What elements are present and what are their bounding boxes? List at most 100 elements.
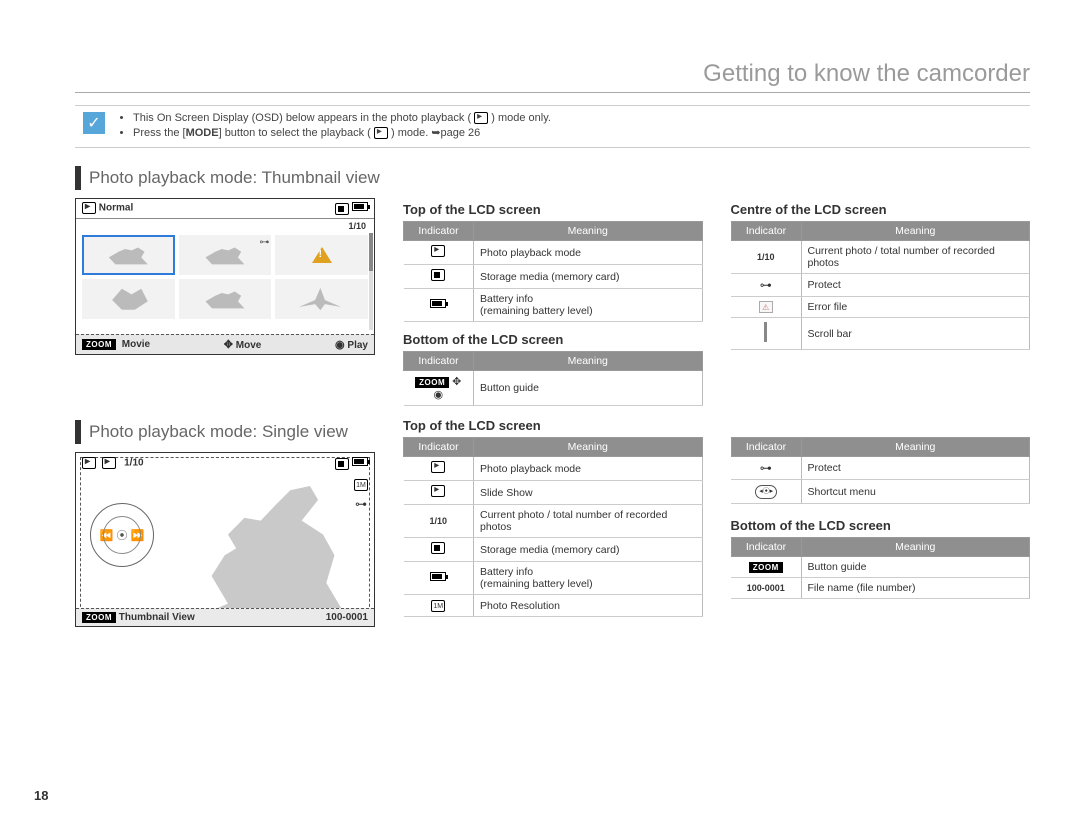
th-meaning: Meaning (801, 438, 1030, 457)
cell-meaning: Shortcut menu (801, 480, 1030, 504)
cell-meaning: Button guide (474, 371, 703, 406)
cell-meaning: Current photo / total number of recorded… (801, 241, 1030, 274)
protect-icon: ⊶ (760, 461, 772, 475)
th-meaning: Meaning (474, 222, 703, 241)
table-row: 1MPhoto Resolution (404, 595, 703, 617)
card-icon (431, 269, 445, 281)
cell-meaning: Error file (801, 297, 1030, 318)
thumbnail[interactable] (179, 279, 272, 319)
cell-meaning: Scroll bar (801, 318, 1030, 350)
table-row: 100-0001File name (file number) (731, 578, 1030, 599)
slideshow-icon (102, 457, 116, 469)
table-row: ZOOM Button guide (731, 557, 1030, 578)
table-row: Shortcut menu (731, 480, 1030, 504)
count-icon: 1/10 (757, 252, 775, 262)
slideshow-icon (431, 485, 445, 497)
table-row: ⊶Protect (731, 274, 1030, 297)
sub-heading-centre: Centre of the LCD screen (731, 202, 1031, 217)
file-number-label: 100-0001 (326, 612, 368, 623)
table-thumb-top: IndicatorMeaning Photo playback mode Sto… (403, 221, 703, 322)
thumbnail[interactable] (82, 235, 175, 275)
cell-meaning: Photo playback mode (474, 457, 703, 481)
error-icon (312, 247, 332, 263)
table-row: Scroll bar (731, 318, 1030, 350)
ok-icon: ◉ (335, 339, 345, 351)
dial-icon (755, 485, 777, 499)
table-row: 1/10Current photo / total number of reco… (404, 505, 703, 538)
table-row: ⊶ Protect (731, 457, 1030, 480)
photo-mode-icon (431, 461, 445, 473)
photo-mode-icon (82, 457, 96, 469)
th-indicator: Indicator (404, 222, 474, 241)
cell-meaning: Button guide (801, 557, 1030, 578)
resolution-icon: 1M (431, 600, 445, 612)
th-meaning: Meaning (801, 222, 1030, 241)
table-single-top-l: IndicatorMeaning Photo playback mode Sli… (403, 437, 703, 617)
info-line-2b: ] button to select the playback ( (219, 127, 371, 139)
section-title-single: Photo playback mode: Single view (75, 420, 375, 444)
cell-meaning: Storage media (memory card) (474, 538, 703, 562)
protect-icon: ⊶ (259, 237, 269, 248)
table-row: Slide Show (404, 481, 703, 505)
cell-meaning: Battery info (remaining battery level) (474, 289, 703, 322)
chapter-title: Getting to know the camcorder (75, 60, 1030, 93)
table-thumb-centre: IndicatorMeaning 1/10Current photo / tot… (731, 221, 1031, 350)
photo-mode-icon (82, 202, 96, 214)
play-label: Play (347, 340, 368, 351)
thumbnail[interactable] (275, 279, 368, 319)
battery-icon (352, 202, 368, 211)
info-line-2a: Press the [ (133, 127, 186, 139)
filenum-icon: 100-0001 (747, 583, 785, 593)
count-icon: 1/10 (429, 516, 447, 526)
check-icon: ✓ (83, 112, 105, 134)
card-icon (335, 203, 349, 215)
th-indicator: Indicator (731, 438, 801, 457)
table-thumb-bottom: IndicatorMeaning ZOOM ✥ ◉ Button guide (403, 351, 703, 406)
nav-icon: ✥ (224, 339, 233, 351)
th-indicator: Indicator (404, 438, 474, 457)
lcd-top-label: Normal (99, 203, 133, 214)
protect-icon: ⊶ (355, 497, 367, 511)
info-line-2c: ) mode. ➥page 26 (391, 127, 480, 139)
movie-label: Movie (122, 339, 150, 350)
thumbnail-error[interactable] (275, 235, 368, 275)
photo-mode-icon (474, 112, 488, 124)
thumbnail[interactable]: ⊶ (179, 235, 272, 275)
nav-icon: ✥ (452, 376, 461, 388)
info-line-1b: ) mode only. (491, 112, 551, 124)
th-indicator: Indicator (731, 538, 801, 557)
page-number: 18 (34, 788, 48, 803)
scroll-bar[interactable] (369, 233, 373, 330)
th-meaning: Meaning (474, 352, 703, 371)
cell-meaning: Protect (801, 457, 1030, 480)
table-single-bottom: IndicatorMeaning ZOOMButton guide 100-00… (731, 537, 1031, 599)
counter-label: 1/10 (124, 458, 143, 469)
zoom-badge: ZOOM (749, 562, 783, 573)
error-icon: ⚠ (759, 301, 773, 313)
battery-icon (430, 299, 446, 308)
battery-icon (352, 457, 368, 466)
ok-icon: ◉ (433, 389, 443, 401)
table-row: Storage media (memory card) (404, 265, 703, 289)
cell-meaning: Protect (801, 274, 1030, 297)
table-row: ⚠ Error file (731, 297, 1030, 318)
table-row: Photo playback mode (404, 241, 703, 265)
scrollbar-icon (764, 322, 767, 342)
sub-heading-top: Top of the LCD screen (403, 202, 703, 217)
info-line-1a: This On Screen Display (OSD) below appea… (133, 112, 471, 124)
shortcut-dial[interactable]: ⏪ ⦿ ⏩ (90, 503, 154, 567)
card-icon (431, 542, 445, 554)
thumbnail[interactable] (82, 279, 175, 319)
table-row: 1/10 Current photo / total number of reco… (731, 241, 1030, 274)
th-indicator: Indicator (404, 352, 474, 371)
cell-meaning: Slide Show (474, 481, 703, 505)
table-row: ZOOM ✥ ◉ Button guide (404, 371, 703, 406)
zoom-badge: ZOOM (82, 339, 116, 350)
zoom-badge: ZOOM (415, 377, 449, 388)
lcd-thumbnail-view: Normal 1/10 ⊶ (75, 198, 375, 354)
resolution-icon: 1M (354, 479, 368, 491)
sub-heading-bottom-single: Bottom of the LCD screen (731, 518, 1031, 533)
sub-heading-top-single: Top of the LCD screen (403, 418, 703, 433)
playback-mode-icon (374, 127, 388, 139)
sub-heading-bottom: Bottom of the LCD screen (403, 332, 703, 347)
